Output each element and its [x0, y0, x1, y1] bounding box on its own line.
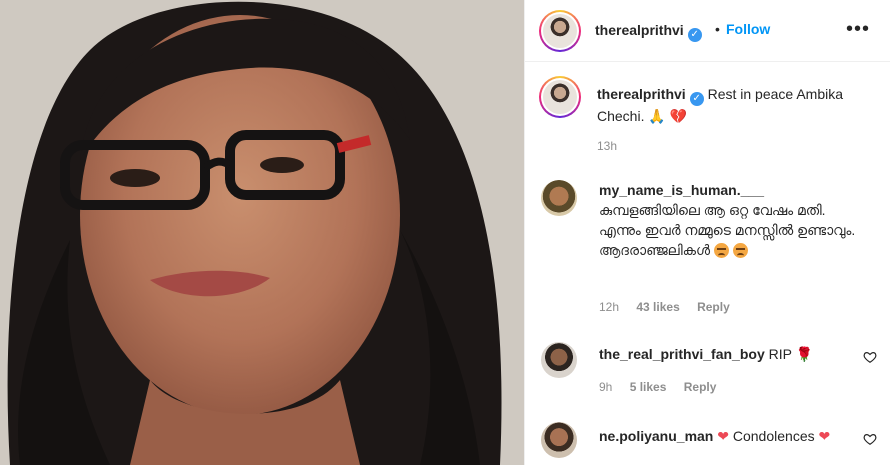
sad-face-emoji-icon	[714, 243, 730, 258]
comment-likes[interactable]: 5 likes	[630, 380, 667, 394]
author-avatar[interactable]	[539, 10, 581, 52]
commenter-username[interactable]: ne.poliyanu_man	[599, 428, 713, 444]
more-horizontal-icon[interactable]: •••	[846, 18, 870, 41]
author-username[interactable]: therealprithvi ✓	[595, 22, 702, 42]
comment-body: Condolences	[732, 428, 815, 444]
portrait-image	[0, 0, 524, 465]
post-photo[interactable]	[0, 0, 524, 465]
comment-item: my_name_is_human.___ കുമ്പളങ്ങിയിലെ ആ ഒറ…	[525, 178, 890, 328]
post-caption: therealprithvi ✓ Rest in peace Ambika Che…	[525, 62, 890, 162]
caption-username[interactable]: therealprithvi	[597, 86, 686, 102]
commenter-avatar[interactable]	[541, 342, 577, 378]
verified-badge-icon: ✓	[689, 92, 704, 106]
post-side-panel: therealprithvi ✓ • Follow ••• therealprit…	[524, 0, 890, 465]
comment-timestamp[interactable]: 9h	[599, 380, 612, 394]
comment-timestamp[interactable]: 12h	[599, 300, 619, 314]
broken-heart-emoji-icon: 💔	[669, 109, 688, 125]
comment-meta: 9h 5 likes Reply	[599, 380, 730, 394]
post-header: therealprithvi ✓ • Follow •••	[525, 0, 890, 62]
comment-meta: 12h 43 likes Reply	[599, 300, 744, 314]
pray-emoji-icon: 🙏	[648, 109, 666, 125]
comment-likes[interactable]: 43 likes	[636, 300, 679, 314]
commenter-avatar[interactable]	[541, 422, 577, 458]
caption-timestamp[interactable]: 13h	[597, 139, 617, 153]
rose-emoji-icon: 🌹	[795, 347, 814, 363]
verified-badge-icon: ✓	[687, 28, 702, 42]
sad-face-emoji-icon	[733, 243, 749, 258]
follow-button[interactable]: Follow	[726, 21, 770, 37]
reply-button[interactable]: Reply	[697, 300, 730, 314]
heart-outline-icon[interactable]	[863, 432, 877, 446]
comment-text: ne.poliyanu_man ❤ Condolences ❤	[599, 426, 859, 447]
red-heart-emoji-icon: ❤	[717, 429, 729, 445]
reply-button[interactable]: Reply	[684, 380, 717, 394]
author-username-text[interactable]: therealprithvi	[595, 22, 684, 38]
caption-author-avatar[interactable]	[539, 76, 581, 118]
separator-dot: •	[715, 21, 720, 37]
comment-text: my_name_is_human.___ കുമ്പളങ്ങിയിലെ ആ ഒറ…	[599, 180, 869, 260]
red-heart-emoji-icon: ❤	[818, 429, 831, 445]
caption-text: therealprithvi ✓ Rest in peace Ambika Che…	[597, 84, 867, 127]
commenter-username[interactable]: my_name_is_human.___	[599, 182, 764, 198]
heart-outline-icon[interactable]	[863, 350, 877, 364]
comment-item: ne.poliyanu_man ❤ Condolences ❤	[525, 422, 890, 465]
comment-body: RIP	[768, 346, 792, 362]
comment-text: the_real_prithvi_fan_boy RIP 🌹	[599, 344, 849, 365]
commenter-username[interactable]: the_real_prithvi_fan_boy	[599, 346, 765, 362]
commenter-avatar[interactable]	[541, 180, 577, 216]
comment-item: the_real_prithvi_fan_boy RIP 🌹 9h 5 like…	[525, 342, 890, 402]
